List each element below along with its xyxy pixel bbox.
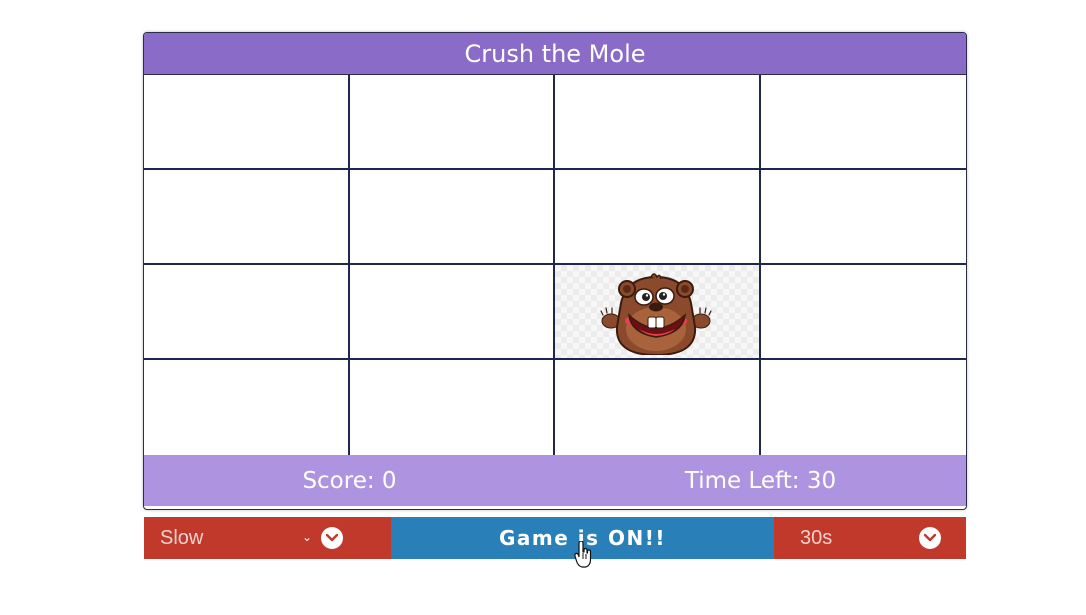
mole-icon[interactable] — [599, 271, 713, 355]
hole-cell[interactable] — [144, 170, 350, 265]
time-left-display: Time Left: 30 — [684, 467, 837, 494]
duration-select[interactable]: 30s — [774, 517, 966, 559]
chevron-down-icon: ⌄ — [302, 530, 313, 544]
hole-cell[interactable] — [760, 75, 966, 170]
chevron-down-circle-icon[interactable] — [321, 527, 343, 549]
hole-cell[interactable] — [349, 170, 555, 265]
speed-select[interactable]: Slow ⌄ — [144, 517, 391, 559]
hole-cell[interactable] — [144, 265, 350, 360]
hole-cell[interactable] — [349, 75, 555, 170]
speed-select-value: Slow — [160, 526, 204, 549]
hole-cell[interactable] — [349, 265, 555, 360]
hole-cell[interactable] — [144, 360, 350, 455]
mole-grid — [144, 75, 966, 455]
status-bar: Score: 0 Time Left: 30 — [144, 455, 966, 506]
hole-cell[interactable] — [144, 75, 350, 170]
hole-cell[interactable] — [555, 265, 761, 360]
chevron-down-circle-icon[interactable] — [919, 527, 941, 549]
duration-select-value: 30s — [800, 526, 833, 549]
game-title: Crush the Mole — [144, 33, 966, 75]
hole-cell[interactable] — [555, 360, 761, 455]
hole-cell[interactable] — [555, 75, 761, 170]
hole-cell[interactable] — [760, 170, 966, 265]
hole-cell[interactable] — [349, 360, 555, 455]
game-controls: Slow ⌄ Game is ON!! 30s — [144, 517, 966, 559]
hand-pointer-icon — [574, 541, 592, 568]
hole-cell[interactable] — [555, 170, 761, 265]
game-board: Crush the Mole Score: 0 Time Left: 30 — [143, 32, 967, 510]
hole-cell[interactable] — [760, 360, 966, 455]
hole-cell[interactable] — [760, 265, 966, 360]
score-display: Score: 0 — [302, 467, 397, 494]
